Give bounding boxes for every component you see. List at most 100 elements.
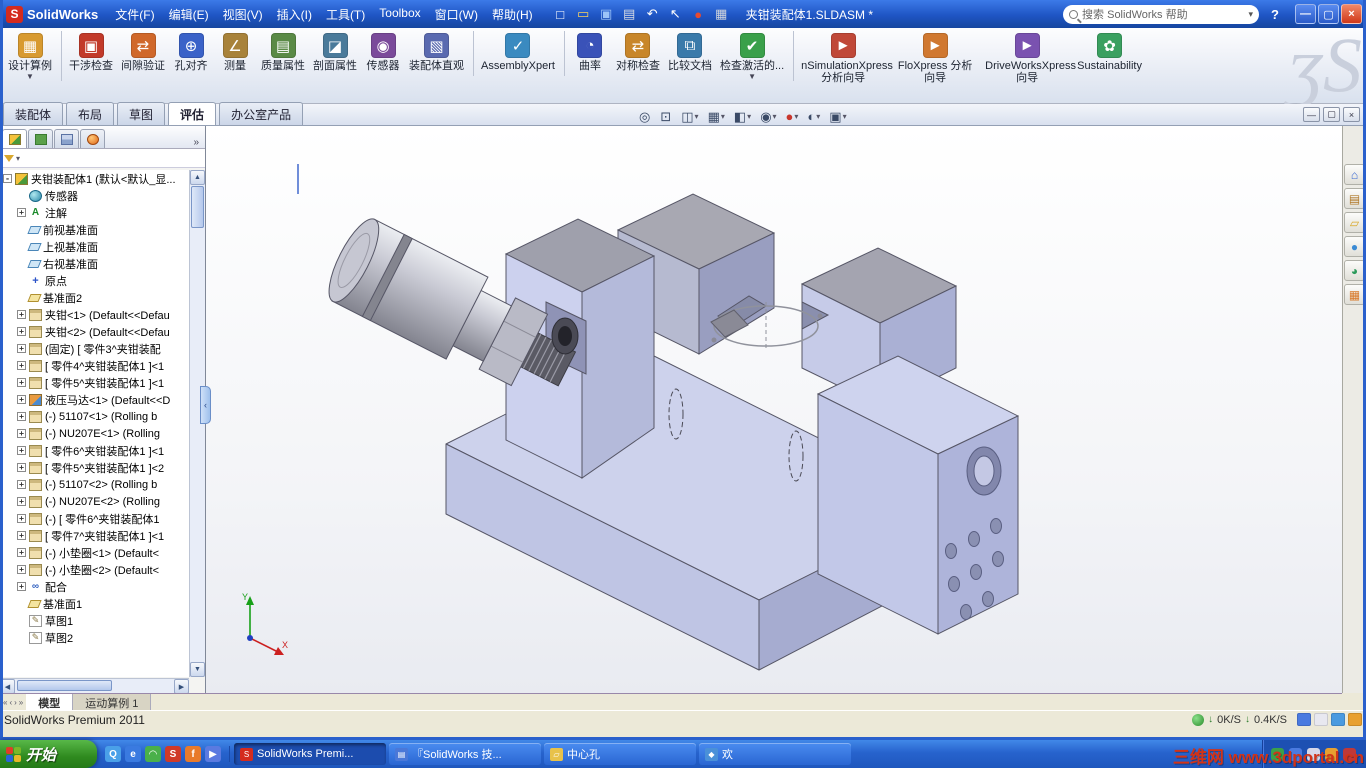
tree-horizontal-scrollbar[interactable]: ◀ ▶ — [0, 678, 189, 694]
open-icon[interactable]: ▭ — [573, 4, 594, 24]
tree-expander[interactable] — [17, 412, 26, 421]
tree-item[interactable]: 注解 — [0, 204, 189, 221]
tree-expander[interactable] — [17, 480, 26, 489]
ribbon-button[interactable]: ► DriveWorksXpress 向导 — [981, 31, 1076, 89]
menu-item[interactable]: Toolbox — [372, 1, 427, 28]
options-icon[interactable]: ▦ — [711, 4, 732, 24]
firefox-icon[interactable]: f — [185, 746, 201, 762]
menu-item[interactable]: 视图(V) — [216, 1, 270, 28]
ribbon-button[interactable]: ► nSimulationXpress 分析向导 — [797, 31, 893, 89]
ribbon-button[interactable]: ▧ 装配体直观 — [405, 31, 474, 77]
view-settings-icon[interactable]: ▣ ▾ — [826, 107, 849, 126]
tree-expander[interactable] — [17, 497, 26, 506]
tree-item[interactable]: 夹钳<2> (Default<<Defau — [0, 323, 189, 340]
chevron-down-icon[interactable]: ▾ — [1249, 9, 1254, 20]
scroll-left-icon[interactable]: ◀ — [0, 679, 15, 694]
ribbon-button[interactable]: ◉ 传感器 — [361, 31, 405, 76]
tree-item[interactable]: [ 零件6^夹钳装配体1 ]<1 — [0, 442, 189, 459]
file-explorer-icon[interactable]: ▱ — [1344, 212, 1365, 233]
new-document-icon[interactable]: □ — [550, 4, 571, 24]
custom-properties-icon[interactable]: ▦ — [1344, 284, 1365, 305]
print-icon[interactable]: ▤ — [619, 4, 640, 24]
tree-item[interactable]: 草图2 — [0, 629, 189, 646]
tree-item[interactable]: (-) 小垫圈<2> (Default< — [0, 561, 189, 578]
message-icon[interactable] — [1331, 713, 1345, 726]
scrollbar-thumb[interactable] — [191, 186, 204, 228]
displaymanager-tab[interactable] — [80, 129, 105, 148]
ribbon-button[interactable]: ► FloXpress 分析向导 — [889, 31, 981, 89]
taskbar-task-button[interactable]: ◆ 欢 — [699, 743, 851, 765]
command-tab[interactable]: 草图 — [117, 102, 166, 125]
tree-item[interactable]: [ 零件5^夹钳装配体1 ]<2 — [0, 459, 189, 476]
tree-item[interactable]: (-) 51107<2> (Rolling b — [0, 476, 189, 493]
select-cursor-icon[interactable]: ↖ — [665, 4, 686, 24]
tree-item[interactable]: 原点 — [0, 272, 189, 289]
menu-item[interactable]: 插入(I) — [270, 1, 319, 28]
tab-scroll-arrow-icon[interactable]: ‹ — [9, 698, 12, 707]
tree-item[interactable]: (-) 51107<1> (Rolling b — [0, 408, 189, 425]
scroll-up-icon[interactable]: ▲ — [190, 170, 205, 185]
tree-item[interactable]: (固定) [ 零件3^夹钳装配 — [0, 340, 189, 357]
ribbon-button[interactable]: ▤ 质量属性 — [257, 31, 309, 76]
lock-icon[interactable] — [1297, 713, 1311, 726]
tree-expander[interactable] — [17, 378, 26, 387]
command-tab[interactable]: 装配体 — [3, 102, 64, 125]
rebuild-icon[interactable]: ● — [688, 4, 709, 24]
tree-item[interactable]: 配合 — [0, 578, 189, 595]
graphics-viewport[interactable]: Y X — [206, 126, 1342, 693]
tree-item[interactable]: [ 零件7^夹钳装配体1 ]<1 — [0, 527, 189, 544]
tree-item[interactable]: (-) [ 零件6^夹钳装配体1 — [0, 510, 189, 527]
tree-expander[interactable] — [17, 344, 26, 353]
section-view-icon[interactable]: ◫ ▾ — [678, 107, 701, 126]
command-tab[interactable]: 评估 — [168, 102, 217, 125]
undo-icon[interactable]: ↶ — [642, 4, 663, 24]
home-icon[interactable]: ⌂ — [1344, 164, 1365, 185]
save-icon[interactable]: ▣ — [596, 4, 617, 24]
tree-expander[interactable] — [3, 174, 12, 183]
tree-item[interactable]: 上视基准面 — [0, 238, 189, 255]
ribbon-button[interactable]: ⇄ 间隙验证 — [117, 31, 169, 76]
menu-item[interactable]: 编辑(E) — [162, 1, 216, 28]
maximize-button[interactable]: ▢ — [1318, 4, 1339, 24]
tree-item[interactable]: [ 零件4^夹钳装配体1 ]<1 — [0, 357, 189, 374]
view-orientation-icon[interactable]: ▦ ▾ — [705, 107, 728, 126]
menu-item[interactable]: 工具(T) — [319, 1, 372, 28]
tree-item[interactable]: 右视基准面 — [0, 255, 189, 272]
panel-overflow-button[interactable]: » — [189, 137, 203, 148]
tree-expander[interactable] — [17, 582, 26, 591]
tree-expander[interactable] — [17, 429, 26, 438]
net-monitor-icon[interactable] — [1192, 713, 1205, 726]
doc-minimize-button[interactable]: — — [1303, 107, 1320, 122]
clamp-assembly-model[interactable]: Y X — [206, 126, 1342, 693]
menu-item[interactable]: 帮助(H) — [485, 1, 540, 28]
zoom-area-icon[interactable]: ⊡ — [657, 107, 675, 126]
configurationmanager-tab[interactable] — [54, 129, 79, 148]
edit-appearance-icon[interactable]: ● ▾ — [783, 107, 802, 126]
menu-item[interactable]: 文件(F) — [108, 1, 161, 28]
tree-expander[interactable] — [17, 565, 26, 574]
qq-icon[interactable]: Q — [105, 746, 121, 762]
tree-expander[interactable] — [17, 514, 26, 523]
tree-item[interactable]: (-) 小垫圈<1> (Default< — [0, 544, 189, 561]
tree-expander[interactable] — [17, 463, 26, 472]
tree-expander[interactable] — [17, 361, 26, 370]
view-palette-icon[interactable]: ● — [1344, 236, 1365, 257]
ribbon-button[interactable]: ✔ 检查激活的... ▼ — [716, 31, 795, 82]
command-tab[interactable]: 布局 — [66, 102, 115, 125]
tab-scroll-arrow-icon[interactable]: « — [3, 698, 7, 707]
scrollbar-thumb[interactable] — [17, 680, 112, 691]
media-player-icon[interactable]: ▶ — [205, 746, 221, 762]
chevron-down-icon[interactable]: ▾ — [16, 154, 20, 163]
solidworks-icon[interactable]: S — [165, 746, 181, 762]
tree-item[interactable]: 草图1 — [0, 612, 189, 629]
tree-expander[interactable] — [17, 446, 26, 455]
tree-expander[interactable] — [17, 327, 26, 336]
ribbon-button[interactable]: ✿ Sustainability — [1073, 31, 1146, 76]
tree-item[interactable]: 基准面1 — [0, 595, 189, 612]
arrow-up-icon[interactable] — [1314, 713, 1328, 726]
tab-scroll-arrow-icon[interactable]: » — [19, 698, 23, 707]
model-tab[interactable]: 模型 — [26, 694, 74, 710]
ribbon-button[interactable]: ▣ 干涉检查 — [65, 31, 117, 76]
doc-close-button[interactable]: × — [1343, 107, 1360, 122]
ribbon-button[interactable]: ✓ AssemblyXpert — [477, 31, 565, 77]
